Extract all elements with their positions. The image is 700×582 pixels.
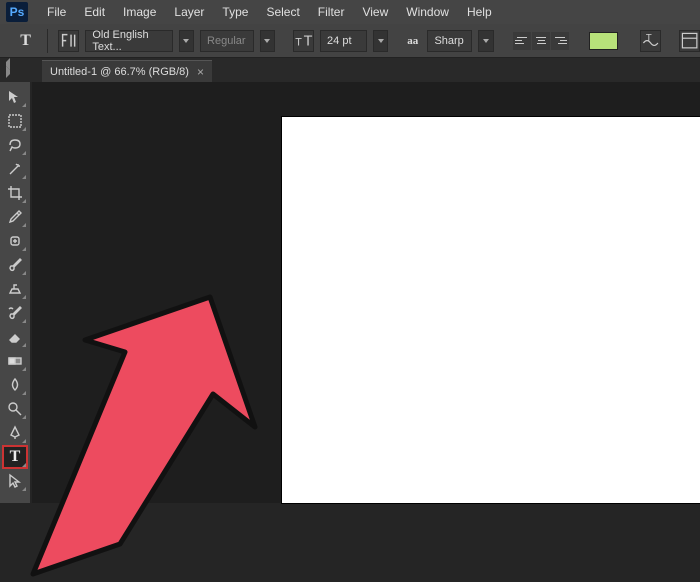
move-tool[interactable] — [3, 86, 27, 108]
document-tab-title: Untitled-1 @ 66.7% (RGB/8) — [50, 66, 189, 78]
svg-text:T: T — [646, 32, 652, 43]
character-panel-button[interactable] — [679, 30, 700, 52]
font-size-icon: TT — [293, 30, 314, 52]
orientation-icon — [59, 31, 78, 50]
align-center-button[interactable] — [532, 32, 550, 50]
anti-alias-dropdown[interactable]: Sharp — [427, 30, 472, 52]
crop-tool[interactable] — [3, 182, 27, 204]
anti-alias-dropdown-arrow[interactable] — [478, 30, 493, 52]
eraser-tool[interactable] — [3, 326, 27, 348]
menu-filter[interactable]: Filter — [309, 5, 354, 19]
font-style-dropdown-arrow[interactable] — [260, 30, 275, 52]
font-family-dropdown-arrow[interactable] — [179, 30, 194, 52]
tt-icon: TT — [294, 31, 313, 50]
svg-text:T: T — [295, 36, 302, 48]
text-align-group — [513, 32, 569, 50]
menu-bar: Ps File Edit Image Layer Type Select Fil… — [0, 0, 700, 24]
clone-stamp-tool[interactable] — [3, 278, 27, 300]
options-bar: T Old English Text... Regular TT 24 pt a… — [0, 24, 700, 58]
canvas-area[interactable] — [32, 82, 700, 503]
gradient-tool[interactable] — [3, 350, 27, 372]
workspace: T — [0, 82, 700, 503]
brush-tool[interactable] — [3, 254, 27, 276]
font-size-dropdown-arrow[interactable] — [373, 30, 388, 52]
document-tab-bar: Untitled-1 @ 66.7% (RGB/8) × — [0, 58, 700, 82]
separator — [47, 29, 48, 53]
document-canvas[interactable] — [282, 117, 700, 503]
menu-layer[interactable]: Layer — [165, 5, 213, 19]
warp-icon: T — [641, 31, 660, 50]
svg-text:T: T — [303, 33, 312, 49]
menu-edit[interactable]: Edit — [75, 5, 114, 19]
anti-alias-label: aa — [404, 29, 421, 53]
font-size-dropdown[interactable]: 24 pt — [320, 30, 367, 52]
healing-brush-tool[interactable] — [3, 230, 27, 252]
menu-type[interactable]: Type — [213, 5, 257, 19]
type-tool[interactable]: T — [3, 446, 27, 468]
menu-file[interactable]: File — [38, 5, 75, 19]
magic-wand-tool[interactable] — [3, 158, 27, 180]
align-left-button[interactable] — [513, 32, 531, 50]
eyedropper-tool[interactable] — [3, 206, 27, 228]
active-tool-preset[interactable]: T — [14, 29, 37, 53]
close-icon[interactable]: × — [197, 65, 204, 79]
menu-select[interactable]: Select — [257, 5, 308, 19]
blur-tool[interactable] — [3, 374, 27, 396]
text-orientation-toggle[interactable] — [58, 30, 79, 52]
menu-window[interactable]: Window — [397, 5, 458, 19]
path-selection-tool[interactable] — [3, 470, 27, 492]
text-color-swatch[interactable] — [589, 32, 618, 50]
warp-text-button[interactable]: T — [640, 30, 661, 52]
tools-panel: T — [0, 82, 30, 503]
document-tab[interactable]: Untitled-1 @ 66.7% (RGB/8) × — [42, 60, 212, 82]
font-family-dropdown[interactable]: Old English Text... — [85, 30, 172, 52]
options-bar-handle[interactable] — [2, 58, 12, 78]
dodge-tool[interactable] — [3, 398, 27, 420]
lasso-tool[interactable] — [3, 134, 27, 156]
history-brush-tool[interactable] — [3, 302, 27, 324]
pen-tool[interactable] — [3, 422, 27, 444]
marquee-tool[interactable] — [3, 110, 27, 132]
align-right-button[interactable] — [551, 32, 569, 50]
menu-image[interactable]: Image — [114, 5, 165, 19]
menu-view[interactable]: View — [353, 5, 397, 19]
font-style-dropdown[interactable]: Regular — [200, 30, 253, 52]
menu-help[interactable]: Help — [458, 5, 501, 19]
app-logo: Ps — [6, 2, 28, 22]
panel-icon — [680, 31, 699, 50]
